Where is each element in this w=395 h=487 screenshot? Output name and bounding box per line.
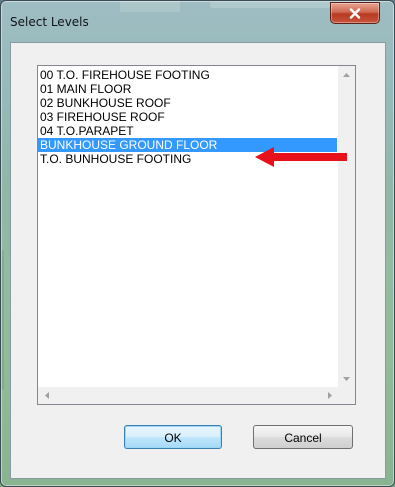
- levels-list: 00 T.O. FIREHOUSE FOOTING 01 MAIN FLOOR …: [38, 68, 337, 166]
- close-button[interactable]: [330, 2, 380, 24]
- scroll-up-arrow-icon[interactable]: [338, 66, 355, 83]
- ok-button[interactable]: OK: [124, 425, 222, 449]
- level-item[interactable]: 00 T.O. FIREHOUSE FOOTING: [38, 68, 337, 82]
- level-item[interactable]: 03 FIREHOUSE ROOF: [38, 110, 337, 124]
- scroll-down-arrow-icon[interactable]: [338, 370, 355, 387]
- cancel-button[interactable]: Cancel: [253, 425, 353, 449]
- scroll-left-arrow-icon[interactable]: [38, 387, 55, 404]
- vertical-scrollbar[interactable]: [338, 66, 355, 387]
- scrollbar-corner: [338, 387, 355, 404]
- levels-listbox[interactable]: 00 T.O. FIREHOUSE FOOTING 01 MAIN FLOOR …: [37, 65, 356, 405]
- dialog-body: 00 T.O. FIREHOUSE FOOTING 01 MAIN FLOOR …: [10, 42, 386, 479]
- level-item[interactable]: T.O. BUNHOUSE FOOTING: [38, 152, 337, 166]
- level-item[interactable]: 04 T.O.PARAPET: [38, 124, 337, 138]
- dialog-title: Select Levels: [10, 15, 89, 29]
- horizontal-scrollbar[interactable]: [38, 387, 338, 404]
- level-item[interactable]: 02 BUNKHOUSE ROOF: [38, 96, 337, 110]
- close-icon: [349, 7, 361, 19]
- select-levels-dialog: Select Levels 00 T.O. FIREHOUSE FOOTING …: [0, 0, 395, 487]
- scroll-right-arrow-icon[interactable]: [321, 387, 338, 404]
- level-item[interactable]: 01 MAIN FLOOR: [38, 82, 337, 96]
- level-item-selected[interactable]: BUNKHOUSE GROUND FLOOR: [38, 138, 337, 152]
- title-bar[interactable]: Select Levels: [1, 1, 394, 41]
